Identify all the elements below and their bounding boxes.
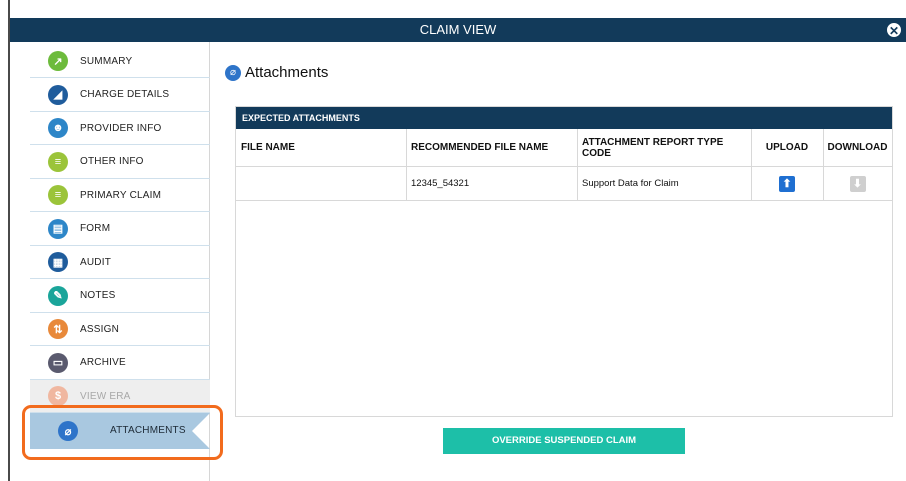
- sidebar-item-label: FORM: [80, 223, 111, 234]
- sidebar-item-label: PROVIDER INFO: [80, 122, 162, 134]
- assign-icon: ⇅: [48, 319, 68, 339]
- sidebar-item-assign[interactable]: ⇅ ASSIGN: [30, 313, 210, 346]
- column-divider: [751, 129, 752, 201]
- column-header-file-name: FILE NAME: [236, 129, 406, 167]
- expected-attachments-panel: EXPECTED ATTACHMENTS FILE NAME RECOMMEND…: [235, 106, 893, 417]
- title-bar: CLAIM VIEW ✕: [10, 18, 906, 42]
- highlight-annotation: [22, 405, 223, 460]
- close-icon[interactable]: ✕: [886, 22, 902, 38]
- document-icon: ≡: [48, 151, 68, 172]
- sidebar-item-label: NOTES: [80, 290, 116, 301]
- notes-icon: ✎: [48, 285, 68, 306]
- archive-icon: ▭: [48, 352, 68, 373]
- era-icon: $: [48, 386, 68, 406]
- sidebar-item-audit[interactable]: ▦ AUDIT: [30, 246, 210, 279]
- column-header-recommended-file-name: RECOMMENDED FILE NAME: [406, 129, 577, 167]
- column-header-upload: UPLOAD: [751, 129, 823, 167]
- sidebar-item-primary-claim[interactable]: ≡ PRIMARY CLAIM: [30, 179, 210, 212]
- sidebar-item-label: ARCHIVE: [80, 357, 126, 368]
- sidebar-item-form[interactable]: ▤ FORM: [30, 213, 210, 246]
- download-icon: ⬇: [849, 175, 866, 192]
- calculator-icon: ▦: [48, 252, 68, 272]
- sidebar-item-summary[interactable]: ↗ SUMMARY: [30, 45, 210, 78]
- sidebar-item-label: PRIMARY CLAIM: [80, 189, 162, 201]
- sidebar-item-notes[interactable]: ✎ NOTES: [30, 280, 210, 313]
- sidebar-item-other-info[interactable]: ≡ OTHER INFO: [30, 146, 210, 179]
- override-suspended-claim-button[interactable]: OVERRIDE SUSPENDED CLAIM: [443, 428, 685, 454]
- column-header-download: DOWNLOAD: [823, 129, 892, 167]
- sidebar-item-label: SUMMARY: [80, 55, 133, 67]
- sidebar-item-label: OTHER INFO: [80, 156, 144, 167]
- chart-icon: ↗: [48, 51, 68, 71]
- page-title-text: Attachments: [245, 64, 329, 81]
- sidebar-item-charge-details[interactable]: ◢ CHARGE DETAILS: [30, 79, 210, 112]
- sidebar-item-label: CHARGE DETAILS: [80, 89, 170, 100]
- sidebar-item-label: AUDIT: [80, 256, 111, 268]
- document-icon: ≡: [48, 185, 68, 205]
- sidebar-item-label: VIEW ERA: [80, 390, 131, 402]
- sidebar-item-archive[interactable]: ▭ ARCHIVE: [30, 347, 210, 380]
- window-title: CLAIM VIEW: [419, 22, 497, 37]
- paperclip-icon: ⌀: [225, 64, 241, 81]
- cell-upload: ⬆: [751, 167, 823, 201]
- provider-icon: ☻: [48, 118, 68, 138]
- column-divider: [577, 129, 578, 201]
- column-divider: [823, 129, 824, 201]
- sidebar-item-provider-info[interactable]: ☻ PROVIDER INFO: [30, 112, 210, 145]
- megaphone-icon: ◢: [48, 84, 68, 105]
- column-header-report-type-code: ATTACHMENT REPORT TYPE CODE: [577, 129, 751, 167]
- cell-download: ⬇: [823, 167, 892, 201]
- cell-report-type-code: Support Data for Claim: [577, 167, 751, 201]
- form-icon: ▤: [48, 218, 68, 239]
- upload-icon[interactable]: ⬆: [779, 175, 795, 192]
- column-divider: [406, 129, 407, 201]
- page-title: ⌀ Attachments: [225, 64, 328, 81]
- cell-file-name: [236, 167, 406, 201]
- panel-header: EXPECTED ATTACHMENTS: [236, 107, 892, 129]
- cell-recommended-file-name: 12345_54321: [406, 167, 577, 201]
- sidebar-item-label: ASSIGN: [80, 323, 119, 335]
